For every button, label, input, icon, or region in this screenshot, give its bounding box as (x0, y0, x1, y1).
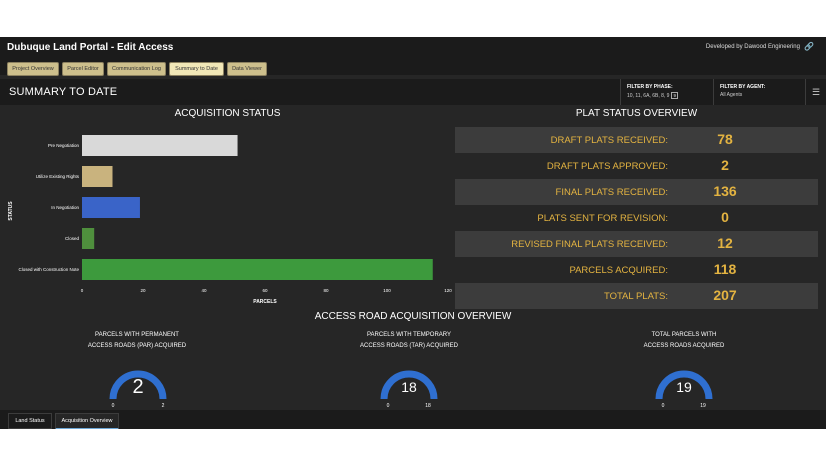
bottom-tab-bar: Land Status Acquisition Overview (0, 410, 826, 429)
plat-value: 78 (717, 131, 733, 147)
chart-category-label: In Negotiation (51, 205, 79, 210)
plat-label: PLATS SENT FOR REVISION: (537, 213, 668, 224)
plat-value: 0 (721, 209, 729, 225)
tab-parcel-editor[interactable]: Parcel Editor (62, 62, 104, 76)
plat-value: 2 (721, 157, 729, 173)
chart-bar[interactable] (82, 228, 95, 249)
chart-bar[interactable] (82, 166, 113, 187)
plat-label: REVISED FINAL PLATS RECEIVED: (511, 239, 668, 250)
chart-x-tick-label: 120 (444, 288, 452, 293)
plat-value: 12 (717, 235, 733, 251)
plat-row-draft-received: DRAFT PLATS RECEIVED: 78 (455, 127, 818, 153)
filter-agent-value: All Agents (720, 92, 743, 98)
tab-land-status[interactable]: Land Status (8, 413, 52, 429)
plat-row-revised-final: REVISED FINAL PLATS RECEIVED: 12 (455, 231, 818, 257)
plat-label: TOTAL PLATS: (603, 291, 668, 302)
dashboard-app: Dubuque Land Portal - Edit Access Develo… (0, 37, 826, 429)
gauge-label-line: TOTAL PARCELS WITH (651, 332, 717, 338)
gauge-min: 0 (662, 403, 665, 409)
plat-label: FINAL PLATS RECEIVED: (555, 187, 668, 198)
acquisition-status-title: ACQUISITION STATUS (174, 108, 281, 119)
plat-row-parcels-acquired: PARCELS ACQUIRED: 118 (455, 257, 818, 283)
plat-value: 136 (713, 183, 737, 199)
filter-phase-value: 10, 11, 6A, 6B, 8, 99 (627, 92, 678, 99)
tab-data-viewer[interactable]: Data Viewer (227, 62, 267, 76)
tab-summary-to-date[interactable]: Summary to Date (169, 62, 224, 76)
gauge-max: 18 (425, 403, 431, 409)
chart-x-tick-label: 20 (140, 288, 146, 293)
access-road-title: ACCESS ROAD ACQUISITION OVERVIEW (314, 311, 512, 322)
gauge-par: 2 0 2 (109, 370, 167, 409)
filter-by-agent[interactable]: FILTER BY AGENT: All Agents (713, 79, 806, 105)
chart-bar[interactable] (82, 197, 140, 218)
plat-value: 207 (713, 287, 737, 303)
chart-category-label: Utilize Existing Rights (36, 174, 80, 179)
app-header: Dubuque Land Portal - Edit Access Develo… (0, 37, 826, 59)
chart-x-tick-label: 40 (201, 288, 207, 293)
gauge-value: 2 (132, 376, 143, 398)
tab-project-overview[interactable]: Project Overview (7, 62, 59, 76)
filter-agent-label: FILTER BY AGENT: (720, 84, 766, 90)
gauge-value: 19 (676, 379, 692, 395)
plat-label: PARCELS ACQUIRED: (569, 265, 668, 276)
gauge-value: 18 (401, 379, 417, 395)
chart-category-label: Closed (65, 236, 80, 241)
share-link-icon[interactable]: 🔗 (804, 42, 814, 51)
plat-label: DRAFT PLATS RECEIVED: (550, 135, 668, 146)
plat-row-total-plats: TOTAL PLATS: 207 (455, 283, 818, 309)
gauge-label-par: PARCELS WITH PERMANENT ACCESS ROADS (PAR… (57, 330, 217, 352)
gauge-label-line: ACCESS ROADS (TAR) ACQUIRED (360, 343, 458, 349)
gauge-min: 0 (387, 403, 390, 409)
chart-y-axis-label: STATUS (8, 201, 14, 221)
developer-credit: Developed by Dawood Engineering (705, 44, 800, 50)
plat-label: DRAFT PLATS APPROVED: (546, 161, 668, 172)
chart-bar[interactable] (82, 259, 433, 280)
tab-acquisition-overview[interactable]: Acquisition Overview (55, 413, 119, 429)
gauge-label-line: ACCESS ROADS (PAR) ACQUIRED (87, 343, 187, 349)
app-title: Dubuque Land Portal - Edit Access (7, 42, 174, 53)
gauge-tar: 18 0 18 (380, 370, 438, 409)
gauge-max: 19 (700, 403, 706, 409)
gauge-min: 0 (112, 403, 115, 409)
chart-category-label: Closed with Construction Note (18, 267, 79, 272)
gauge-label-total: TOTAL PARCELS WITH ACCESS ROADS ACQUIRED (604, 330, 764, 352)
gauge-label-line: PARCELS WITH TEMPORARY (366, 332, 451, 338)
chart-x-tick-label: 80 (323, 288, 329, 293)
chart-x-axis-label: PARCELS (253, 299, 277, 305)
chart-x-tick-label: 60 (262, 288, 268, 293)
gauge-max: 2 (162, 403, 165, 409)
chart-category-label: Pre Negotiation (48, 143, 80, 148)
chart-bar[interactable] (82, 135, 238, 156)
page-title: SUMMARY TO DATE (9, 86, 118, 98)
chart-x-tick-label: 0 (81, 288, 84, 293)
plat-status-title: PLAT STATUS OVERVIEW (575, 108, 698, 119)
summary-header: SUMMARY TO DATE FILTER BY PHASE: 10, 11,… (0, 79, 826, 105)
tab-communication-log[interactable]: Communication Log (107, 62, 166, 76)
gauge-label-tar: PARCELS WITH TEMPORARY ACCESS ROADS (TAR… (329, 330, 489, 352)
plat-value: 118 (713, 261, 737, 277)
filter-by-phase[interactable]: FILTER BY PHASE: 10, 11, 6A, 6B, 8, 99 (620, 79, 713, 105)
filter-phase-badge: 9 (671, 92, 678, 99)
main-tab-bar: Project Overview Parcel Editor Communica… (0, 59, 826, 76)
gauge-total: 19 0 19 (655, 370, 713, 409)
gauge-label-line: ACCESS ROADS ACQUIRED (643, 343, 725, 349)
plat-row-draft-approved: DRAFT PLATS APPROVED: 2 (455, 153, 818, 179)
acquisition-status-chart: STATUS PARCELS Pre Negotiation Utilize Ex… (8, 135, 452, 305)
plat-row-final-received: FINAL PLATS RECEIVED: 136 (455, 179, 818, 205)
filter-phase-label: FILTER BY PHASE: (627, 84, 673, 90)
plat-row-sent-revision: PLATS SENT FOR REVISION: 0 (455, 205, 818, 231)
hamburger-menu-icon[interactable]: ☰ (805, 79, 826, 105)
chart-x-tick-label: 100 (383, 288, 391, 293)
gauge-label-line: PARCELS WITH PERMANENT (95, 332, 179, 338)
